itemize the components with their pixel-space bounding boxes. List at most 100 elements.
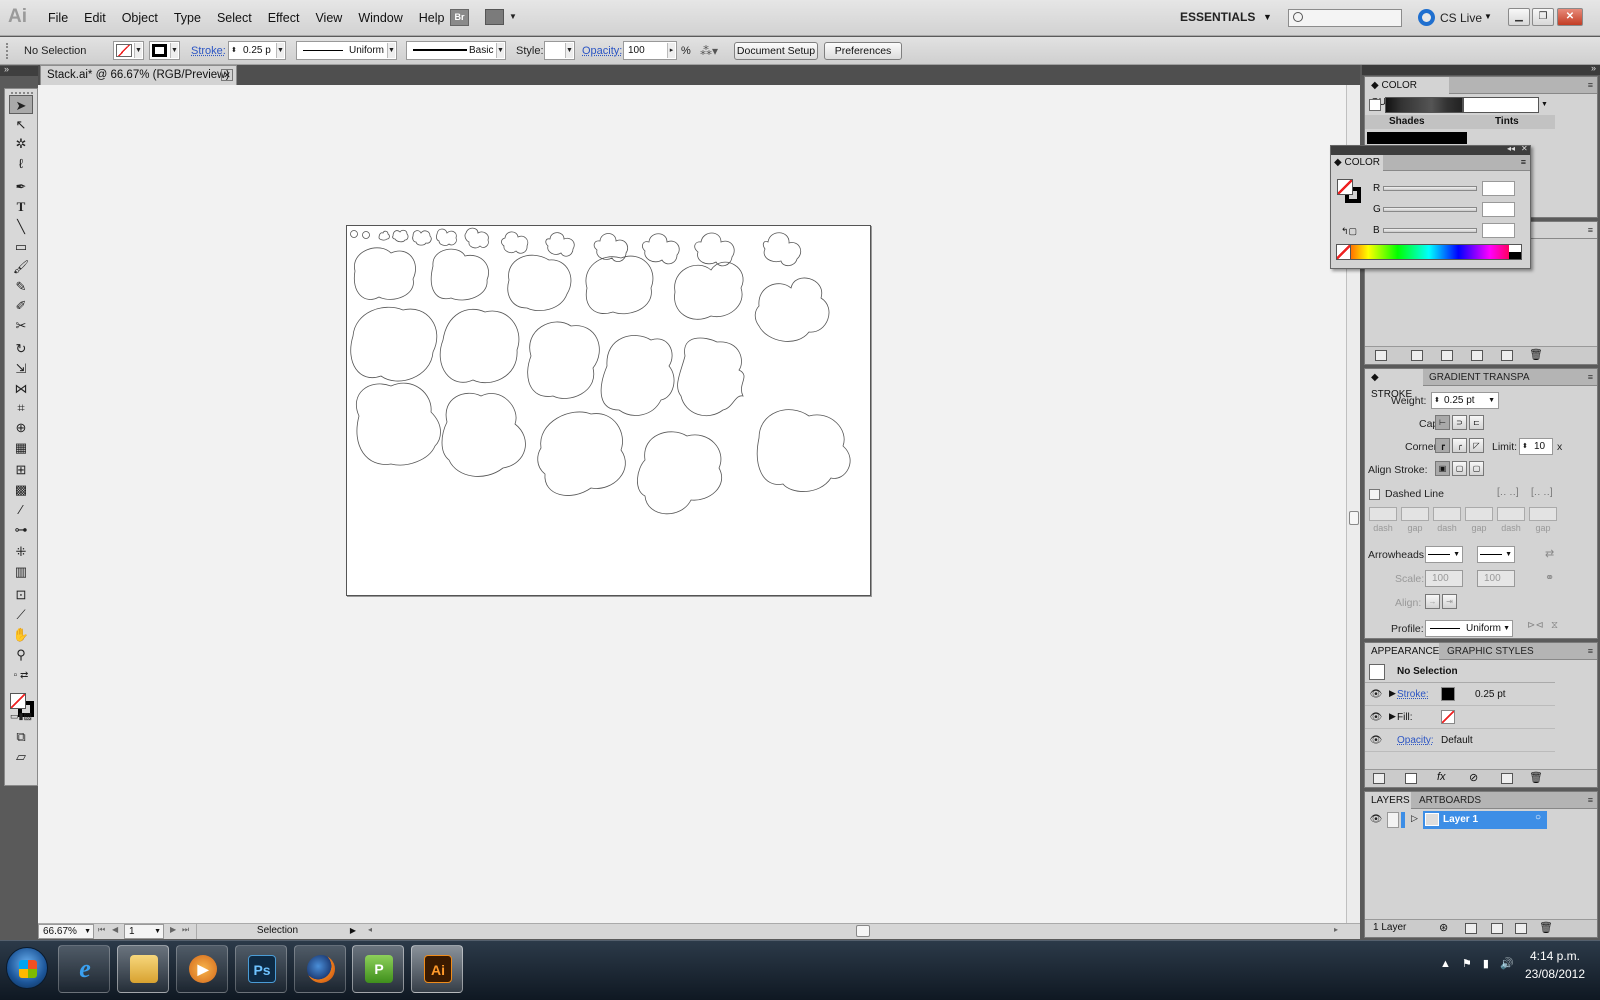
document-tab[interactable]: Stack.ai* @ 66.67% (RGB/Preview) ✕ [40, 65, 237, 85]
blob-shape[interactable] [600, 335, 675, 416]
pen-tool-icon[interactable]: ✒ [9, 177, 33, 196]
harmony-colors-strip[interactable] [1385, 97, 1463, 113]
width-profile-dropdown[interactable]: Uniform ▼ [1425, 620, 1513, 637]
tab-color-guide[interactable]: ◆ COLOR GUIDE [1365, 77, 1449, 108]
graphic-style-dropdown[interactable]: ▼ [544, 41, 575, 60]
chevron-down-icon[interactable]: ▼ [1263, 12, 1272, 22]
photoshop-button[interactable]: Ps [235, 945, 287, 993]
scroll-left-icon[interactable]: ◂ [368, 925, 372, 934]
blue-value-field[interactable] [1482, 223, 1515, 238]
eyedropper-tool-icon[interactable]: ⁄ [9, 500, 33, 519]
align-center-button[interactable]: ▣ [1435, 461, 1450, 476]
disclosure-triangle-icon[interactable]: ▶ [1389, 688, 1396, 699]
chevron-down-icon[interactable]: ▼ [1541, 97, 1549, 113]
color-spectrum-bar[interactable] [1336, 244, 1522, 260]
internet-explorer-button[interactable]: e [58, 945, 110, 993]
blob-shape[interactable] [441, 392, 526, 477]
menu-effect[interactable]: Effect [260, 9, 308, 27]
mesh-tool-icon[interactable]: ⊞ [9, 460, 33, 479]
blob-shape[interactable] [356, 382, 441, 466]
restore-button[interactable]: ❐ [1532, 8, 1554, 26]
green-value-field[interactable] [1482, 202, 1515, 217]
locate-object-icon[interactable]: ⊛ [1439, 921, 1448, 934]
artboard[interactable] [346, 225, 871, 596]
zoom-level-dropdown[interactable]: 66.67% ▼ [38, 924, 94, 939]
blob-shape[interactable] [754, 277, 830, 342]
blob-shape[interactable] [537, 411, 626, 496]
gap-field[interactable] [1401, 507, 1429, 521]
dashed-line-checkbox[interactable] [1369, 489, 1380, 500]
type-tool-icon[interactable]: T [9, 197, 33, 216]
opacity-field[interactable]: 100 ▸ [623, 41, 677, 60]
butt-cap-button[interactable]: ⊢ [1435, 415, 1450, 430]
harmony-rules-dropdown[interactable] [1463, 97, 1539, 113]
eye-icon[interactable]: 👁 [1369, 711, 1383, 725]
start-arrowhead-dropdown[interactable]: ▼ [1425, 546, 1463, 563]
stroke-weight-field[interactable]: ⬍ 0.25 p ▼ [228, 41, 286, 60]
first-artboard-icon[interactable]: ⏮ [98, 925, 105, 935]
blob-shape[interactable] [642, 233, 680, 265]
stepper-icon[interactable]: ⬍ [231, 42, 237, 59]
clock-date[interactable]: 23/08/2012 [1516, 967, 1594, 981]
blue-slider[interactable] [1383, 228, 1477, 233]
media-player-button[interactable]: ▶ [176, 945, 228, 993]
volume-icon[interactable]: 🔊 [1500, 958, 1514, 970]
swatch-libraries-icon[interactable] [1375, 350, 1387, 361]
action-center-icon[interactable]: ⚑ [1462, 958, 1472, 970]
stepper-icon[interactable]: ⬍ [1522, 439, 1528, 454]
base-color-swatch[interactable] [1369, 99, 1381, 111]
color-panel-titlebar[interactable]: ◂◂ ✕ [1331, 144, 1530, 155]
dash-preserve-icon[interactable]: [‥ ‥] [1497, 487, 1519, 498]
disclosure-triangle-icon[interactable]: ▶ [1389, 711, 1396, 722]
none-color-icon[interactable] [1337, 245, 1351, 259]
scale-tool-icon[interactable]: ⇲ [9, 359, 33, 378]
shade-swatch[interactable] [1367, 132, 1467, 144]
direct-selection-tool-icon[interactable]: ↖ [9, 115, 33, 134]
menu-help[interactable]: Help [411, 9, 453, 27]
opacity-attribute-row[interactable]: 👁 Opacity: Default [1365, 730, 1555, 752]
close-icon[interactable]: ✕ [221, 69, 233, 81]
round-cap-button[interactable]: ⊃ [1452, 415, 1467, 430]
screen-mode-icon[interactable]: ▱ [9, 747, 33, 766]
artboard-number-field[interactable]: 1 ▼ [124, 924, 164, 939]
miter-limit-field[interactable]: ⬍ 10 [1519, 438, 1553, 455]
menu-edit[interactable]: Edit [76, 9, 114, 27]
tab-color[interactable]: ◆ COLOR [1331, 155, 1383, 171]
artboard-tool-icon[interactable]: ⊡ [9, 585, 33, 604]
align-outside-button[interactable]: ▢ [1469, 461, 1484, 476]
minimize-button[interactable]: ▁ [1508, 8, 1530, 26]
perspective-grid-tool-icon[interactable]: ▦ [9, 438, 33, 457]
fill-attribute-row[interactable]: 👁 ▶ Fill: [1365, 707, 1555, 729]
eye-icon[interactable]: 👁 [1369, 734, 1383, 748]
lasso-tool-icon[interactable]: ℓ [9, 154, 33, 173]
blob-shape[interactable] [762, 232, 802, 267]
network-icon[interactable]: ▮ [1483, 958, 1489, 970]
collapse-icon[interactable]: ◂◂ [1507, 144, 1515, 153]
make-clipping-mask-icon[interactable] [1465, 923, 1477, 934]
project-button[interactable]: P [352, 945, 404, 993]
chevron-right-icon[interactable]: ▸ [667, 43, 675, 58]
layer-name-cell[interactable]: Layer 1 ○ [1423, 811, 1547, 829]
chevron-down-icon[interactable]: ▼ [1484, 12, 1492, 21]
blob-shape[interactable] [362, 231, 370, 239]
firefox-button[interactable] [294, 945, 346, 993]
chevron-down-icon[interactable]: ▼ [1488, 393, 1495, 408]
artwork[interactable] [347, 226, 872, 597]
new-layer-icon[interactable] [1515, 923, 1527, 934]
line-segment-tool-icon[interactable]: ╲ [9, 217, 33, 236]
blob-shape[interactable] [501, 231, 529, 254]
dash-field[interactable] [1433, 507, 1461, 521]
blob-shape[interactable] [674, 261, 744, 320]
tab-artboards[interactable]: ARTBOARDS [1413, 792, 1487, 809]
blob-shape[interactable] [585, 255, 654, 315]
cs-live-menu[interactable]: CS Live [1440, 11, 1482, 25]
paintbrush-tool-icon[interactable]: 🖌 [9, 257, 33, 276]
menu-select[interactable]: Select [209, 9, 260, 27]
fill-none-swatch[interactable] [1441, 710, 1455, 724]
end-arrowhead-dropdown[interactable]: ▼ [1477, 546, 1515, 563]
tools-panel-header[interactable]: » [0, 64, 38, 76]
trash-icon[interactable]: 🗑 [1539, 921, 1553, 934]
illustrator-button[interactable]: Ai [411, 945, 463, 993]
fill-stroke-control[interactable] [1337, 179, 1363, 205]
add-stroke-icon[interactable] [1373, 773, 1385, 784]
